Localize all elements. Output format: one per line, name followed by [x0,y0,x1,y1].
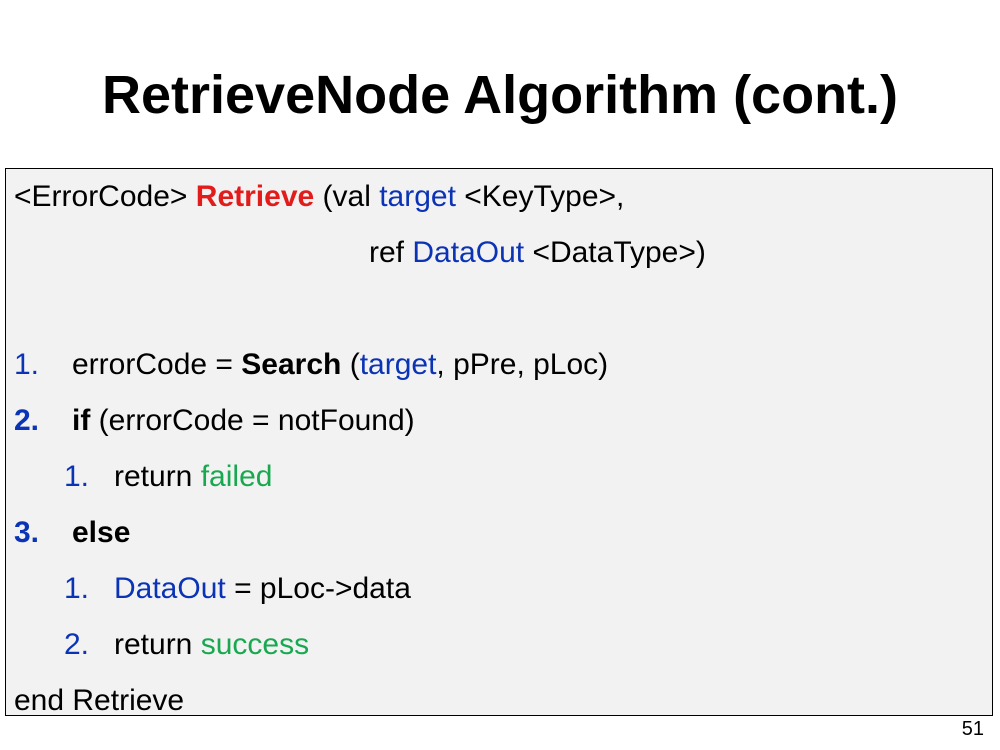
step-3-number: 3. [14,516,40,549]
step-1-rest: , pPre, pLoc) [436,348,609,381]
step-3-keyword: else [72,516,131,549]
return-type: <ErrorCode> [14,180,188,213]
step-2-1-value: failed [200,460,273,493]
step-3-2-value: success [200,628,310,661]
step-2-condition: (errorCode = notFound) [98,404,415,437]
slide-title: RetrieveNode Algorithm (cont.) [101,65,899,125]
step-3-1-line: DataOut = pLoc->data [114,571,411,607]
step-1-open-paren: ( [349,348,360,381]
param1-type: <KeyType>, [464,180,625,213]
step-3-1-number: 1. [64,572,90,605]
step-2-1-line: return failed [114,459,272,495]
param1-prefix: (val [322,180,371,213]
step-1-call: Search [241,348,342,381]
step-3-1-assign: = pLoc->data [234,572,411,605]
step-2-number: 2. [14,404,40,437]
signature-line-2: ref DataOut <DataType>) [369,235,706,271]
param2-type: <DataType>) [532,236,706,269]
step-1-line: errorCode = Search (target, pPre, pLoc) [72,347,608,383]
step-1-number: 1. [14,348,40,381]
step-2-1-text: return [114,460,193,493]
param2-name: DataOut [412,236,525,269]
step-3-2-number: 2. [64,628,90,661]
function-name: Retrieve [195,180,315,213]
step-2-line: if (errorCode = notFound) [72,403,415,439]
page-number: 51 [961,718,984,740]
step-3-1-target: DataOut [114,572,226,605]
param1-name: target [379,180,456,213]
step-2-keyword: if [72,404,91,437]
step-3-2-text: return [114,628,193,661]
step-1-arg: target [359,348,437,381]
signature-line-1: <ErrorCode> Retrieve (val target <KeyTyp… [14,179,624,215]
param2-prefix: ref [369,236,405,269]
step-3-2-line: return success [114,627,309,663]
end-line: end Retrieve [14,684,185,717]
algorithm-code-block: <ErrorCode> Retrieve (val target <KeyTyp… [5,168,993,717]
step-2-1-number: 1. [64,460,90,493]
step-1-lhs: errorCode = [72,348,233,381]
